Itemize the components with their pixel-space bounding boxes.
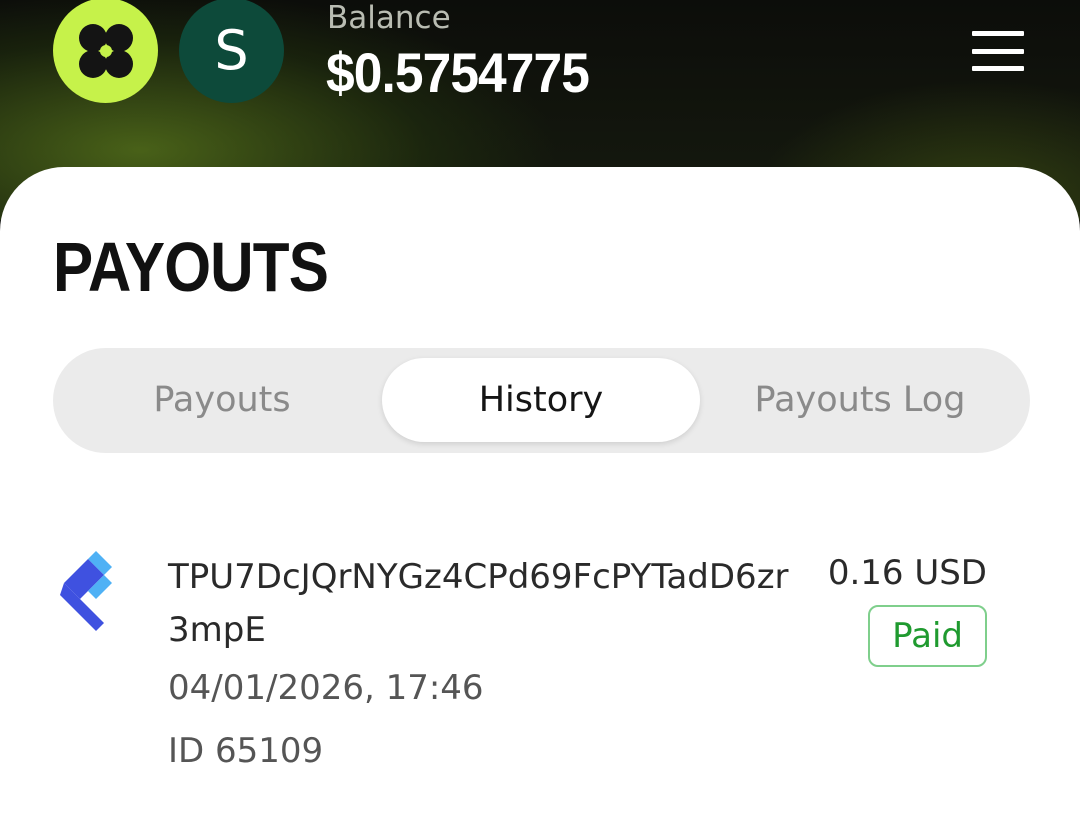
hamburger-menu-icon[interactable] <box>966 28 1030 74</box>
clover-icon <box>78 23 133 78</box>
tab-payouts-log[interactable]: Payouts Log <box>701 358 1019 442</box>
payout-datetime: 04/01/2026, 17:46 <box>168 668 484 708</box>
balance-value: $0.5754775 <box>326 41 590 104</box>
tron-wallet-icon <box>60 551 112 631</box>
balance-label: Balance <box>327 0 451 36</box>
payout-id: ID 65109 <box>168 731 324 771</box>
app-logo[interactable] <box>53 0 158 103</box>
payout-row[interactable]: TPU7DcJQrNYGz4CPd69FcPYTadD6zr3mpE 04/01… <box>0 537 1080 777</box>
avatar-initial: S <box>214 19 249 82</box>
menu-line <box>972 48 1024 54</box>
content-panel: PAYOUTS Payouts History Payouts Log TPU7… <box>0 167 1080 829</box>
tab-payouts[interactable]: Payouts <box>63 358 381 442</box>
menu-line <box>972 31 1024 36</box>
tab-bar: Payouts History Payouts Log <box>53 348 1030 453</box>
tab-history[interactable]: History <box>382 358 700 442</box>
payout-amount: 0.16 USD <box>827 553 987 593</box>
page-title: PAYOUTS <box>53 228 329 306</box>
payout-address: TPU7DcJQrNYGz4CPd69FcPYTadD6zr3mpE <box>168 557 789 650</box>
status-badge: Paid <box>868 605 987 667</box>
menu-line <box>972 66 1024 71</box>
user-avatar[interactable]: S <box>179 0 284 103</box>
